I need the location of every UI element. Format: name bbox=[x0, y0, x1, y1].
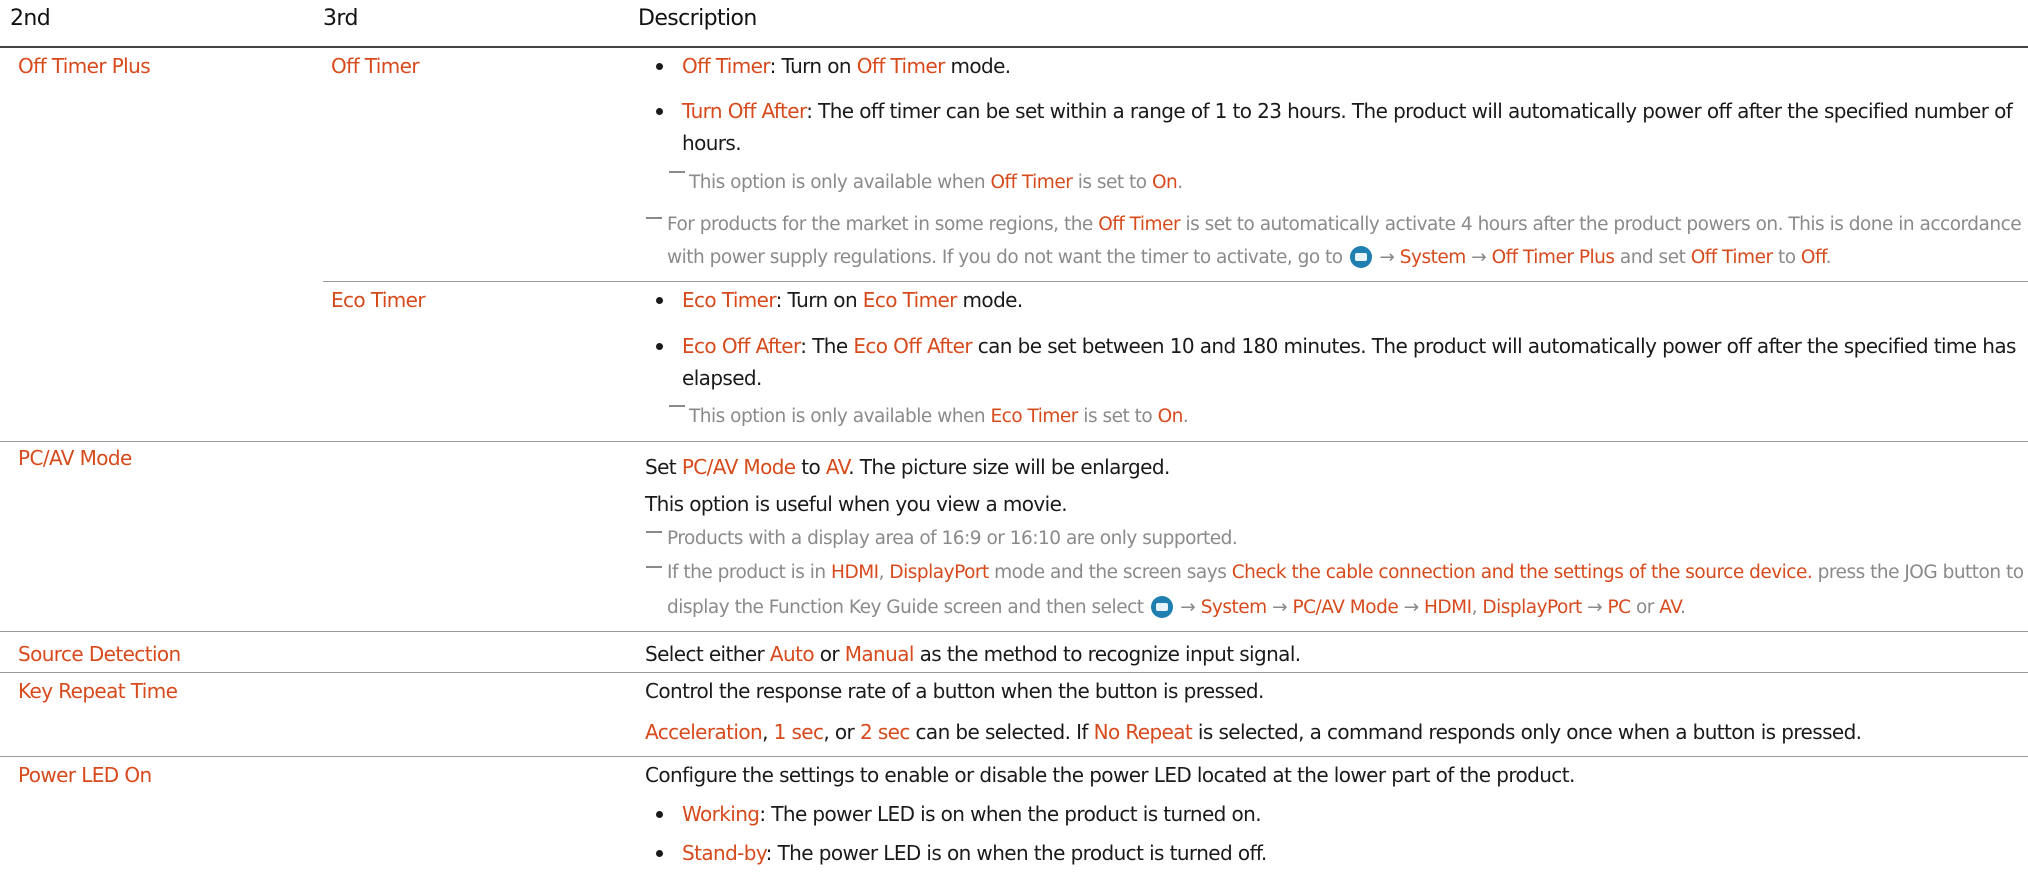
bullet-icon bbox=[656, 343, 663, 350]
header-3rd: 3rd bbox=[323, 6, 358, 31]
power-led-bullet-1: Working: The power LED is on when the pr… bbox=[682, 802, 1262, 826]
pc-av-note-1: Products with a display area of 16:9 or … bbox=[667, 528, 1238, 549]
off-timer-bullet-1: Off Timer: Turn on Off Timer mode. bbox=[682, 54, 1011, 78]
bullet-icon bbox=[656, 63, 663, 70]
power-led-bullet-2: Stand-by: The power LED is on when the p… bbox=[682, 841, 1267, 865]
row-label-pc-av-mode: PC/AV Mode bbox=[18, 446, 132, 470]
off-timer-bullet-2-line1: Turn Off After: The off timer can be set… bbox=[682, 99, 2013, 123]
row-divider bbox=[0, 441, 2028, 442]
eco-timer-bullet-2-line1: Eco Off After: The Eco Off After can be … bbox=[682, 334, 2016, 358]
pc-av-line-2: This option is useful when you view a mo… bbox=[645, 492, 1068, 516]
off-timer-note-1: This option is only available when Off T… bbox=[689, 172, 1183, 193]
row-divider bbox=[0, 631, 2028, 632]
bullet-icon bbox=[656, 108, 663, 115]
note-dash-icon bbox=[669, 171, 685, 173]
note-dash-icon bbox=[646, 217, 662, 219]
header-2nd: 2nd bbox=[10, 6, 51, 31]
row-divider bbox=[323, 281, 2028, 282]
row-label-power-led-on: Power LED On bbox=[18, 763, 152, 787]
source-detection-text: Select either Auto or Manual as the meth… bbox=[645, 642, 1301, 666]
note-dash-icon bbox=[669, 405, 685, 407]
note-dash-icon bbox=[646, 531, 662, 533]
row-divider bbox=[0, 672, 2028, 673]
off-timer-bullet-2-line2: hours. bbox=[682, 131, 742, 155]
sub-label-eco-timer: Eco Timer bbox=[331, 288, 426, 312]
eco-timer-bullet-1: Eco Timer: Turn on Eco Timer mode. bbox=[682, 288, 1023, 312]
menu-icon bbox=[1350, 246, 1372, 268]
key-repeat-line-2: Acceleration, 1 sec, or 2 sec can be sel… bbox=[645, 720, 1862, 744]
table-header: 2nd 3rd Description bbox=[0, 0, 2028, 48]
bullet-icon bbox=[656, 297, 663, 304]
eco-timer-note: This option is only available when Eco T… bbox=[689, 406, 1189, 427]
bullet-icon bbox=[656, 811, 663, 818]
menu-icon bbox=[1150, 596, 1173, 618]
manual-table: 2nd 3rd Description Off Timer Plus Off T… bbox=[0, 0, 2028, 880]
pc-av-line-1: Set PC/AV Mode to AV. The picture size w… bbox=[645, 455, 1170, 479]
pc-av-note-2-line2: display the Function Key Guide screen an… bbox=[667, 596, 1686, 618]
bullet-icon bbox=[656, 850, 663, 857]
sub-label-off-timer: Off Timer bbox=[331, 54, 420, 78]
row-label-off-timer-plus: Off Timer Plus bbox=[18, 54, 151, 78]
header-description: Description bbox=[638, 6, 757, 31]
off-timer-note-2-line2: with power supply regulations. If you do… bbox=[667, 246, 1832, 268]
note-dash-icon bbox=[646, 566, 662, 568]
row-divider bbox=[0, 756, 2028, 757]
power-led-line-1: Configure the settings to enable or disa… bbox=[645, 763, 1575, 787]
eco-timer-bullet-2-line2: elapsed. bbox=[682, 366, 762, 390]
key-repeat-line-1: Control the response rate of a button wh… bbox=[645, 679, 1264, 703]
off-timer-note-2-line1: For products for the market in some regi… bbox=[667, 214, 2022, 235]
pc-av-note-2-line1: If the product is in HDMI, DisplayPort m… bbox=[667, 562, 2024, 583]
row-label-key-repeat-time: Key Repeat Time bbox=[18, 679, 178, 703]
row-label-source-detection: Source Detection bbox=[18, 642, 181, 666]
